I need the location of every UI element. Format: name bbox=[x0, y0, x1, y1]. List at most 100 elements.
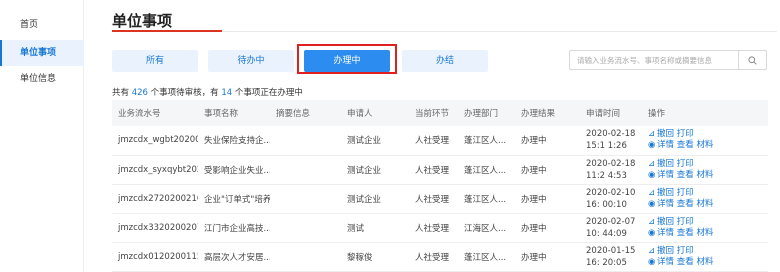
table-row: jmzcdx_syxqybt202...受影响企业失业... 测试企业人社受理蓬江… bbox=[112, 155, 768, 185]
cell-serial: jmzcdx3320200207... bbox=[112, 213, 198, 243]
withdraw-icon: ⊿ bbox=[648, 216, 656, 227]
material-link[interactable]: 材料 bbox=[696, 257, 713, 267]
view-link[interactable]: 查看 bbox=[677, 199, 694, 209]
eye-icon: ◉ bbox=[648, 140, 656, 151]
cell-actions: ⊿ 撤回 打印 ◉ 详情 查看 材料 bbox=[642, 184, 768, 214]
detail-link[interactable]: 详情 bbox=[657, 170, 674, 180]
search-button[interactable] bbox=[738, 51, 766, 69]
withdraw-link[interactable]: 撤回 bbox=[657, 246, 674, 256]
cell-actions: ⊿ 撤回 打印 ◉ 详情 查看 材料 bbox=[642, 213, 768, 243]
eye-icon: ◉ bbox=[648, 169, 656, 180]
header-actions: 操作 bbox=[642, 100, 768, 126]
withdraw-icon: ⊿ bbox=[648, 129, 656, 140]
header-result: 办理结果 bbox=[515, 100, 580, 126]
material-link[interactable]: 材料 bbox=[696, 170, 713, 180]
title-accent-underline bbox=[112, 30, 222, 32]
page-title: 单位事项 bbox=[112, 12, 173, 30]
view-link[interactable]: 查看 bbox=[677, 257, 694, 267]
cell-serial: jmzcdx2720200210... bbox=[112, 184, 198, 214]
search-icon bbox=[748, 55, 757, 65]
sidebar-item-home[interactable]: 首页 bbox=[0, 12, 84, 38]
cell-applicant: 测试企业 bbox=[341, 184, 409, 214]
material-link[interactable]: 材料 bbox=[696, 140, 713, 150]
sidebar-item-unit-info[interactable]: 单位信息 bbox=[0, 66, 84, 92]
cell-name: 江门市企业高技... bbox=[198, 213, 270, 243]
active-tab-highlight-box bbox=[297, 44, 397, 74]
cell-dept: 蓬江区人... bbox=[458, 155, 515, 185]
cell-result: 办理中 bbox=[515, 126, 580, 156]
cell-result: 办理中 bbox=[515, 184, 580, 214]
cell-actions: ⊿ 撤回 打印 ◉ 详情 查看 材料 bbox=[642, 155, 768, 185]
cell-name: 失业保险支持企... bbox=[198, 126, 270, 156]
withdraw-link[interactable]: 撤回 bbox=[657, 129, 674, 139]
tab-pending[interactable]: 待办中 bbox=[208, 50, 294, 72]
cell-actions: ⊿ 撤回 打印 ◉ 详情 查看 材料 bbox=[642, 126, 768, 156]
table-row: jmzcdx_wgbt20200...失业保险支持企... 测试企业人社受理蓬江区… bbox=[112, 126, 768, 156]
print-link[interactable]: 打印 bbox=[677, 159, 694, 169]
cell-applicant: 测试企业 bbox=[341, 126, 409, 156]
cell-time: 2020-02-18 11:2 4:53 bbox=[580, 155, 642, 185]
sidebar: 首页 单位事项 单位信息 bbox=[0, 0, 84, 272]
cell-summary bbox=[270, 155, 341, 185]
cell-time: 2020-02-07 10: 44:09 bbox=[580, 213, 642, 243]
summary-middle: 个事项待审核，有 bbox=[150, 88, 219, 98]
cell-name: 高层次人才安居... bbox=[198, 242, 270, 272]
cell-applicant: 测试企业 bbox=[341, 155, 409, 185]
search-box bbox=[569, 50, 767, 70]
withdraw-icon: ⊿ bbox=[648, 245, 656, 256]
detail-link[interactable]: 详情 bbox=[657, 228, 674, 238]
print-link[interactable]: 打印 bbox=[677, 188, 694, 198]
cell-dept: 蓬江区人... bbox=[458, 184, 515, 214]
cell-time: 2020-02-10 16: 00:10 bbox=[580, 184, 642, 214]
cell-dept: 江海区人... bbox=[458, 213, 515, 243]
cell-summary bbox=[270, 242, 341, 272]
withdraw-icon: ⊿ bbox=[648, 187, 656, 198]
cell-result: 办理中 bbox=[515, 155, 580, 185]
search-input[interactable] bbox=[570, 51, 738, 69]
cell-time: 2020-02-18 15:1 1:26 bbox=[580, 126, 642, 156]
print-link[interactable]: 打印 bbox=[677, 246, 694, 256]
eye-icon: ◉ bbox=[648, 256, 656, 267]
eye-icon: ◉ bbox=[648, 227, 656, 238]
table-row: jmzcdx2720200210...企业"订单式"培养... 测试企业人社受理蓬… bbox=[112, 184, 768, 214]
cell-applicant: 测试 bbox=[341, 213, 409, 243]
summary-in-progress-count: 14 bbox=[221, 88, 233, 98]
tab-completed[interactable]: 办结 bbox=[402, 50, 488, 72]
header-applicant: 申请人 bbox=[341, 100, 409, 126]
cell-serial: jmzcdx_syxqybt202... bbox=[112, 155, 198, 185]
header-stage: 当前环节 bbox=[409, 100, 458, 126]
material-link[interactable]: 材料 bbox=[696, 228, 713, 238]
table-row: jmzcdx0120200115...高层次人才安居... 黎稼俊人社受理蓬江区人… bbox=[112, 242, 768, 272]
summary-total-count: 426 bbox=[131, 88, 148, 98]
view-link[interactable]: 查看 bbox=[677, 170, 694, 180]
cell-stage: 人社受理 bbox=[409, 242, 458, 272]
header-summary: 摘要信息 bbox=[270, 100, 341, 126]
detail-link[interactable]: 详情 bbox=[657, 199, 674, 209]
cell-summary bbox=[270, 126, 341, 156]
cell-dept: 蓬江区人... bbox=[458, 242, 515, 272]
header-time: 申请时间 bbox=[580, 100, 642, 126]
cell-stage: 人社受理 bbox=[409, 213, 458, 243]
detail-link[interactable]: 详情 bbox=[657, 140, 674, 150]
withdraw-link[interactable]: 撤回 bbox=[657, 159, 674, 169]
sidebar-item-unit-matters[interactable]: 单位事项 bbox=[0, 40, 84, 66]
withdraw-link[interactable]: 撤回 bbox=[657, 188, 674, 198]
eye-icon: ◉ bbox=[648, 198, 656, 209]
table-header-row: 业务流水号 事项名称 摘要信息 申请人 当前环节 办理部门 办理结果 申请时间 … bbox=[112, 100, 768, 126]
withdraw-link[interactable]: 撤回 bbox=[657, 217, 674, 227]
print-link[interactable]: 打印 bbox=[677, 217, 694, 227]
cell-stage: 人社受理 bbox=[409, 184, 458, 214]
view-link[interactable]: 查看 bbox=[677, 228, 694, 238]
tab-all[interactable]: 所有 bbox=[112, 50, 198, 72]
detail-link[interactable]: 详情 bbox=[657, 257, 674, 267]
cell-stage: 人社受理 bbox=[409, 155, 458, 185]
cell-dept: 蓬江区人... bbox=[458, 126, 515, 156]
table-row: jmzcdx3320200207...江门市企业高技... 测试人社受理江海区人.… bbox=[112, 213, 768, 243]
cell-summary bbox=[270, 213, 341, 243]
material-link[interactable]: 材料 bbox=[696, 199, 713, 209]
cell-name: 受影响企业失业... bbox=[198, 155, 270, 185]
view-link[interactable]: 查看 bbox=[677, 140, 694, 150]
cell-serial: jmzcdx_wgbt20200... bbox=[112, 126, 198, 156]
print-link[interactable]: 打印 bbox=[677, 129, 694, 139]
header-name: 事项名称 bbox=[198, 100, 270, 126]
